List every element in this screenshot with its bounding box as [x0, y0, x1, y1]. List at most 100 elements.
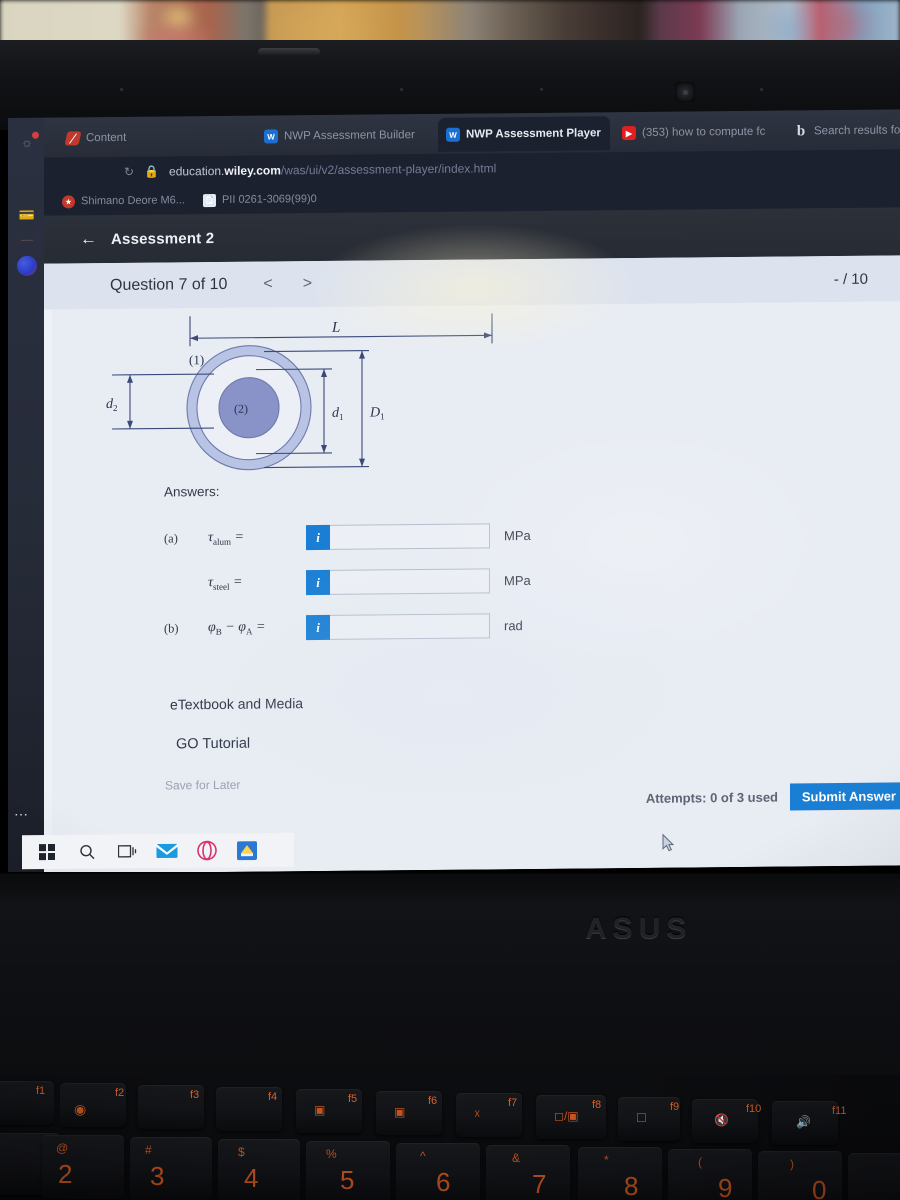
key-label-5: 5: [340, 1165, 355, 1195]
key-shift-label-2: @: [56, 1141, 69, 1155]
bookmark-pii[interactable]: 📄 PII 0261-3069(99)0: [202, 193, 317, 207]
back-arrow-icon[interactable]: ←: [80, 229, 97, 249]
key-7[interactable]: [486, 1145, 570, 1200]
go-tutorial-link[interactable]: GO Tutorial: [176, 736, 250, 753]
key-label-f6: f6: [428, 1095, 438, 1107]
youtube-icon: ▶: [622, 125, 636, 141]
answer-symbol: φB − φA =: [208, 619, 266, 637]
attempts-counter: Attempts: 0 of 3 used: [645, 789, 778, 806]
url-path: /was/ui/v2/assessment-player/index.html: [280, 161, 497, 178]
key-label-f10: f10: [746, 1103, 762, 1115]
tab-youtube[interactable]: ▶ (353) how to compute fc ✕: [614, 115, 774, 151]
brightness-up-icon: ▣: [394, 1105, 406, 1119]
answer-unit: MPa: [504, 572, 531, 589]
tab-nwp-assessment-builder[interactable]: W NWP Assessment Builder: [256, 118, 436, 154]
key-2[interactable]: [42, 1135, 124, 1199]
question-nav-row: Question 7 of 10 < > - / 10: [44, 255, 900, 310]
bookmark-label: Shimano Deore M6...: [81, 194, 185, 208]
mouse-cursor-icon: [662, 833, 675, 852]
answer-unit: MPa: [504, 527, 531, 544]
notification-badge: [32, 131, 39, 139]
search-button[interactable]: [74, 840, 100, 864]
browser-sidebar[interactable]: ☼ 💳: [8, 117, 44, 874]
key-shift-label-3: #: [145, 1143, 152, 1157]
display-off-icon: ☓: [474, 1107, 481, 1121]
opera-icon[interactable]: [17, 255, 37, 276]
store-button[interactable]: [234, 838, 260, 862]
key-label-7: 7: [532, 1169, 547, 1199]
microsoft-store-icon: [237, 840, 257, 860]
key-label-1: [0, 1157, 1, 1188]
answer-symbol: τalum =: [208, 529, 244, 547]
answers-label: Answers:: [164, 483, 220, 500]
key-minus[interactable]: [848, 1153, 900, 1200]
laptop-screen: ☼ 💳 ╱ Content W NWP Assessment Builder W: [8, 109, 900, 875]
tab-label: NWP Assessment Builder: [284, 129, 415, 143]
label-region-2: (2): [234, 402, 248, 416]
key-8[interactable]: [578, 1147, 662, 1200]
tab-label: Content: [86, 131, 127, 145]
key-label-f5: f5: [348, 1093, 358, 1105]
tab-bing-search[interactable]: b Search results for 'A s: [786, 113, 900, 149]
key-label-f8: f8: [592, 1099, 602, 1111]
key-shift-label-9: (: [698, 1155, 702, 1169]
key-9[interactable]: [668, 1149, 752, 1200]
key-3[interactable]: [130, 1137, 212, 1200]
photo-of-laptop-screen: ☼ 💳 ╱ Content W NWP Assessment Builder W: [0, 0, 900, 1200]
next-question-button[interactable]: >: [303, 275, 312, 293]
save-for-later-link[interactable]: Save for Later: [165, 778, 240, 793]
bookmark-shimano[interactable]: ★ Shimano Deore M6...: [62, 194, 185, 208]
reload-icon[interactable]: ↻: [124, 165, 134, 179]
previous-question-button[interactable]: <: [263, 275, 272, 293]
bezel-notch: [258, 48, 320, 56]
key-f1[interactable]: [0, 1081, 54, 1125]
touchpad-toggle-icon: ☐: [636, 1111, 647, 1125]
asus-brand-logo: ASUS: [585, 912, 693, 945]
mail-icon: [156, 843, 178, 859]
tab-content[interactable]: ╱ Content: [58, 120, 168, 155]
tab-label: (353) how to compute fc: [642, 125, 766, 139]
answer-input-tau-alum[interactable]: [330, 523, 490, 550]
info-icon[interactable]: i: [306, 524, 330, 551]
page-title: Assessment 2: [111, 229, 215, 248]
score-display: - / 10: [833, 270, 868, 288]
brightness-icon: ▣: [314, 1103, 326, 1117]
task-view-icon: [117, 844, 136, 858]
question-counter: Question 7 of 10: [110, 275, 228, 295]
bing-icon: b: [796, 122, 806, 139]
key-label-f3: f3: [190, 1089, 200, 1101]
mail-button[interactable]: [154, 839, 180, 863]
opera-button[interactable]: [194, 838, 220, 862]
key-4[interactable]: [218, 1139, 300, 1200]
answer-input-phi-difference[interactable]: [330, 613, 490, 640]
tab-nwp-assessment-player[interactable]: W NWP Assessment Player ✕: [438, 116, 610, 152]
answer-input-tau-steel[interactable]: [330, 568, 490, 595]
start-button[interactable]: [34, 840, 60, 864]
key-label-6: 6: [436, 1167, 451, 1197]
label-D1: D1: [369, 405, 385, 421]
key-label-8: 8: [624, 1171, 639, 1200]
task-view-button[interactable]: [114, 839, 140, 863]
question-body: L (1) (2) d2 d1 D1 Answers: (a) τalum = …: [52, 301, 900, 874]
key-label-f9: f9: [670, 1101, 680, 1113]
etextbook-and-media-link[interactable]: eTextbook and Media: [170, 695, 303, 712]
key-shift-label-6: ^: [420, 1149, 426, 1163]
label-d2: d2: [106, 397, 117, 413]
info-icon[interactable]: i: [306, 569, 330, 596]
wiley-icon: W: [264, 129, 278, 144]
assessment-content: Question 7 of 10 < > - / 10 L (1) (2) d2…: [44, 255, 900, 874]
document-icon: 📄: [202, 193, 216, 207]
key-label-4: 4: [244, 1163, 259, 1193]
lock-icon[interactable]: 🔒: [144, 165, 159, 179]
answer-symbol: τsteel =: [208, 574, 243, 592]
taskbar-overflow-icon[interactable]: ⋯: [14, 806, 30, 823]
key-0[interactable]: [758, 1151, 842, 1200]
answer-tag: (b): [164, 621, 179, 636]
wifi-icon: ◉: [74, 1101, 87, 1117]
submit-answer-button[interactable]: Submit Answer: [789, 782, 900, 811]
label-d1: d1: [332, 406, 343, 422]
info-icon[interactable]: i: [306, 614, 330, 641]
volume-down-icon: 🔊: [796, 1115, 811, 1129]
windows-logo-icon: [39, 843, 55, 861]
wallet-icon[interactable]: 💳: [17, 206, 37, 226]
